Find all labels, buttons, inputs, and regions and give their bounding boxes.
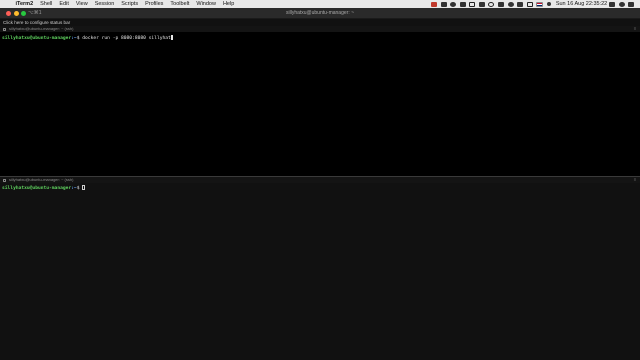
- prompt-user: sillyhatxu@ubuntu-manager: [2, 36, 72, 42]
- text-cursor: [170, 35, 174, 40]
- search-icon[interactable]: [547, 2, 552, 6]
- window-titlebar[interactable]: ⌥⌘1 sillyhatxu@ubuntu-manager: ~: [0, 8, 640, 19]
- terminal-line: sillyhatxu@ubuntu-manager:~$ docker run …: [2, 35, 174, 42]
- menu-session[interactable]: Session: [95, 1, 115, 7]
- pane-session-icon: [3, 27, 6, 31]
- status-bar[interactable]: Click here to configure status bar: [0, 19, 640, 26]
- clock-icon[interactable]: [507, 1, 514, 7]
- menu-clock[interactable]: Sun 16 Aug 22:35:22: [556, 1, 607, 7]
- siri-icon[interactable]: [618, 1, 625, 7]
- bluetooth-icon[interactable]: [498, 1, 505, 7]
- menu-window[interactable]: Window: [196, 1, 216, 7]
- menu-scripts[interactable]: Scripts: [121, 1, 138, 7]
- menu-bar: iTerm2 Shell Edit View Session Scripts P…: [0, 0, 640, 8]
- menu-iterm2[interactable]: iTerm2: [16, 1, 34, 7]
- terminal-pane-top[interactable]: sillyhatxu@ubuntu-manager:~$ docker run …: [0, 32, 640, 176]
- terminal-pane-bottom[interactable]: sillyhatxu@ubuntu-manager:~$: [0, 183, 640, 360]
- command-text: docker run -p 8080:8080 sillyhat: [82, 36, 171, 42]
- menu-profiles[interactable]: Profiles: [145, 1, 163, 7]
- text-cursor: [82, 185, 85, 190]
- menu-view[interactable]: View: [76, 1, 88, 7]
- box-icon[interactable]: [469, 1, 476, 7]
- pane-session-icon: [3, 178, 6, 182]
- menu-edit[interactable]: Edit: [59, 1, 68, 7]
- terminal-line: sillyhatxu@ubuntu-manager:~$: [2, 185, 85, 192]
- status-menu-area: Sun 16 Aug 22:35:22: [429, 0, 636, 8]
- menu-toolbelt[interactable]: Toolbelt: [170, 1, 189, 7]
- record-icon[interactable]: [430, 1, 437, 7]
- sync-icon[interactable]: [450, 1, 457, 7]
- globe-icon[interactable]: [488, 1, 495, 7]
- shield-icon[interactable]: [478, 1, 485, 7]
- menu-help[interactable]: Help: [223, 1, 234, 7]
- notification-center-icon[interactable]: [628, 1, 635, 7]
- wechat-icon[interactable]: [459, 1, 466, 7]
- app-status-icon[interactable]: [440, 1, 447, 7]
- prompt-user: sillyhatxu@ubuntu-manager: [2, 186, 72, 192]
- input-source-flag-icon[interactable]: [536, 1, 544, 7]
- control-center-icon[interactable]: [609, 1, 616, 7]
- wifi-icon[interactable]: [517, 1, 524, 7]
- menu-shell[interactable]: Shell: [40, 1, 52, 7]
- prompt-symbol: $: [76, 36, 80, 42]
- battery-icon[interactable]: [526, 1, 533, 7]
- window-title: sillyhatxu@ubuntu-manager: ~: [285, 9, 355, 16]
- prompt-symbol: $: [76, 186, 80, 192]
